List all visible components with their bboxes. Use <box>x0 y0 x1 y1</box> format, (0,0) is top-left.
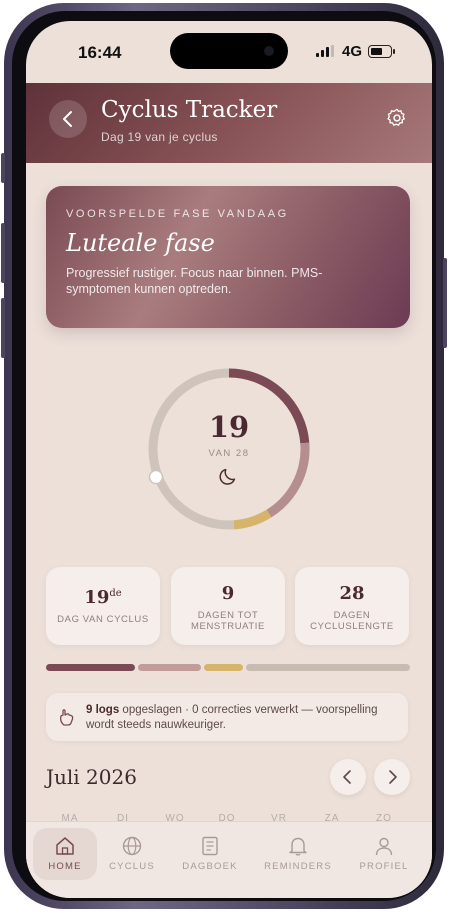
phone-frame: 16:44 4G Cyclus Tracker Dag 19 van je cy… <box>1 3 447 909</box>
tab-label: HOME <box>48 861 82 872</box>
ring-of-label: VAN 28 <box>208 448 250 459</box>
stat-days-to-period: 9 DAGEN TOT MENSTRUATIE <box>171 567 285 645</box>
phase-card[interactable]: VOORSPELDE FASE VANDAAG Luteale fase Pro… <box>46 186 410 328</box>
status-time: 16:44 <box>78 43 122 62</box>
action-button <box>1 153 5 183</box>
logs-rest: opgeslagen · 0 correcties verwerkt — voo… <box>86 704 378 731</box>
cycle-ring[interactable]: 19 VAN 28 <box>144 364 314 534</box>
ring-segment-ovulation <box>233 509 272 530</box>
prev-month-button[interactable] <box>330 759 366 795</box>
battery-icon <box>368 45 392 58</box>
stat-value: 9 <box>221 583 235 604</box>
page-subtitle: Dag 19 van je cyclus <box>101 130 218 144</box>
person-icon <box>375 837 393 856</box>
tab-label: REMINDERS <box>264 861 332 872</box>
tab-home[interactable]: HOME <box>33 828 97 880</box>
bell-icon <box>289 837 307 856</box>
stat-label-2: MENSTRUATIE <box>191 621 265 632</box>
volume-down-button <box>1 298 5 358</box>
logs-info-card[interactable]: 9 logs opgeslagen · 0 correcties verwerk… <box>46 693 408 741</box>
tab-label: DAGBOEK <box>182 861 238 872</box>
logs-text: 9 logs opgeslagen · 0 correcties verwerk… <box>86 703 398 733</box>
tab-cyclus[interactable]: CYCLUS <box>100 828 164 880</box>
globe-icon <box>122 836 142 856</box>
header: Cyclus Tracker Dag 19 van je cyclus <box>26 83 432 163</box>
phase-bar-menstruation <box>46 664 135 671</box>
hand-icon <box>59 709 74 726</box>
home-icon <box>56 837 74 855</box>
chevron-left-icon <box>63 111 72 127</box>
moon-icon <box>219 468 236 485</box>
back-button[interactable] <box>49 100 87 138</box>
journal-icon <box>202 836 218 856</box>
tab-reminders[interactable]: REMINDERS <box>260 828 336 880</box>
tab-label: CYCLUS <box>109 861 155 872</box>
tab-label: PROFIEL <box>359 861 409 872</box>
stat-value: 19 <box>84 587 110 608</box>
stat-label: DAG VAN CYCLUS <box>57 614 149 625</box>
phase-label: VOORSPELDE FASE VANDAAG <box>66 208 289 220</box>
phase-bar-ovulation <box>204 664 243 671</box>
signal-icon <box>316 45 334 57</box>
stat-label-2: CYCLUSLENGTE <box>310 621 394 632</box>
phase-bar-luteal <box>246 664 410 671</box>
power-button <box>443 258 447 348</box>
phase-description: Progressief rustiger. Focus naar binnen.… <box>66 266 323 296</box>
phase-bar-follicular <box>138 664 201 671</box>
tab-bar: HOME CYCLUS DAGBOEK REMINDERS PROFIEL <box>26 821 432 898</box>
network-label: 4G <box>342 43 363 60</box>
stat-cycle-day: 19de DAG VAN CYCLUS <box>46 567 160 645</box>
chevron-left-icon <box>343 770 351 784</box>
gear-icon[interactable] <box>386 107 408 129</box>
chevron-right-icon <box>389 770 397 784</box>
phase-name: Luteale fase <box>66 229 215 257</box>
stat-value: 28 <box>339 583 365 604</box>
stat-label: DAGEN <box>333 610 371 621</box>
ring-day-number: 19 <box>208 410 250 444</box>
status-bar: 16:44 4G <box>26 21 432 81</box>
tab-profiel[interactable]: PROFIEL <box>352 828 416 880</box>
screen: 16:44 4G Cyclus Tracker Dag 19 van je cy… <box>26 21 432 898</box>
page-title: Cyclus Tracker <box>101 97 278 123</box>
stat-cycle-length: 28 DAGEN CYCLUSLENGTE <box>295 567 409 645</box>
tab-dagboek[interactable]: DAGBOEK <box>178 828 242 880</box>
ring-current-marker <box>148 469 164 485</box>
next-month-button[interactable] <box>374 759 410 795</box>
stat-suffix: de <box>109 588 122 599</box>
dynamic-island <box>170 33 288 69</box>
stat-label: DAGEN TOT <box>197 610 259 621</box>
volume-up-button <box>1 223 5 283</box>
logs-count: 9 logs <box>86 704 120 716</box>
calendar-month-title: Juli 2026 <box>46 765 137 789</box>
